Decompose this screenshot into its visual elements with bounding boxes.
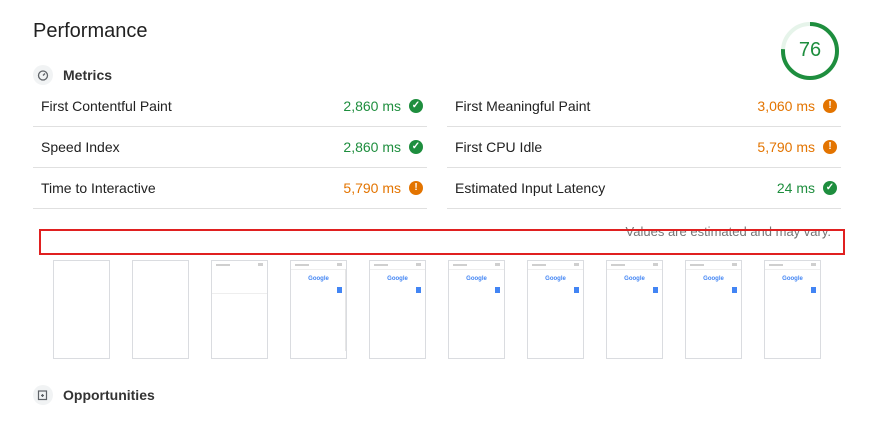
frame-header	[291, 261, 346, 270]
frame-logo: Google	[782, 276, 803, 282]
frame-logo: Google	[308, 276, 329, 282]
filmstrip-frame: Google	[527, 260, 584, 359]
metric-row: First Contentful Paint 2,860 ms ✓	[33, 86, 427, 127]
metric-result: 3,060 ms!	[757, 98, 837, 114]
opportunities-label: Opportunities	[63, 387, 155, 403]
frame-header	[449, 261, 504, 270]
metric-result: 5,790 ms!	[757, 139, 837, 155]
check-circle-icon: ✓	[409, 99, 423, 113]
metrics-label: Metrics	[63, 67, 113, 83]
frame-button-icon	[732, 287, 737, 293]
metric-name: First Contentful Paint	[41, 98, 172, 114]
frame-header	[528, 261, 583, 270]
check-circle-icon: ✓	[409, 140, 423, 154]
metric-row: First Meaningful Paint 3,060 ms!	[447, 86, 841, 127]
performance-report: Performance 76 Metrics First Contentful …	[0, 0, 874, 436]
frame-header	[212, 261, 267, 294]
metric-result: 24 ms ✓	[777, 180, 837, 196]
filmstrip-frame	[53, 260, 110, 359]
filmstrip-frame: Google	[606, 260, 663, 359]
metric-row: Speed Index 2,860 ms ✓	[33, 127, 427, 168]
metrics-table: First Contentful Paint 2,860 ms ✓ First Mea…	[33, 86, 841, 209]
frame-logo: Google	[466, 276, 487, 282]
opportunity-icon	[33, 385, 53, 405]
metric-value: 3,060 ms	[757, 98, 815, 114]
metric-value: 24 ms	[776, 180, 815, 196]
metric-result: 2,860 ms ✓	[343, 98, 423, 114]
metric-value: 2,860 ms	[343, 139, 401, 155]
frame-button-icon	[811, 287, 816, 293]
metric-result: 2,860 ms ✓	[343, 139, 423, 155]
frame-button-icon	[653, 287, 658, 293]
filmstrip-frame: Google	[369, 260, 426, 359]
filmstrip-frame	[211, 260, 268, 359]
metric-row: First CPU Idle 5,790 ms!	[447, 127, 841, 168]
frame-header	[370, 261, 425, 270]
filmstrip-frame	[132, 260, 189, 359]
metric-value: 5,790 ms	[757, 139, 815, 155]
frame-logo: Google	[387, 276, 408, 282]
frame-button-icon	[495, 287, 500, 293]
check-circle-icon: ✓	[823, 181, 837, 195]
frame-header	[686, 261, 741, 270]
filmstrip-frame: Google	[685, 260, 742, 359]
frame-logo: Google	[703, 276, 724, 282]
frame-button-icon	[416, 287, 421, 293]
metric-name: First CPU Idle	[455, 139, 543, 155]
info-circle-icon: !	[823, 99, 837, 113]
info-circle-icon: !	[823, 140, 837, 154]
frame-button-icon	[337, 287, 342, 293]
performance-score-gauge: 76	[780, 21, 840, 81]
load-filmstrip: Google Google Google Google Google Google Goog…	[53, 260, 821, 359]
metric-value: 2,860 ms	[343, 98, 401, 114]
score-value: 76	[798, 39, 822, 61]
metric-result: 5,790 ms!	[343, 180, 423, 196]
timer-icon	[33, 65, 53, 85]
page-title: Performance	[33, 20, 148, 42]
info-circle-icon: !	[409, 181, 423, 195]
estimate-note: Values are estimated and may vary.	[625, 224, 831, 239]
metric-name: Speed Index	[41, 139, 120, 155]
filmstrip-frame: Google	[764, 260, 821, 359]
filmstrip-frame: Google	[448, 260, 505, 359]
frame-header	[607, 261, 662, 270]
frame-button-icon	[574, 287, 579, 293]
frame-edge	[345, 269, 346, 351]
metric-name: First Meaningful Paint	[455, 98, 591, 114]
metrics-header: Metrics	[33, 65, 112, 85]
metric-name: Time to Interactive	[41, 180, 156, 196]
metric-row: Time to Interactive 5,790 ms!	[33, 168, 427, 209]
frame-header	[765, 261, 820, 270]
filmstrip-frame: Google	[290, 260, 347, 359]
frame-logo: Google	[545, 276, 566, 282]
frame-logo: Google	[624, 276, 645, 282]
opportunities-header[interactable]: Opportunities	[33, 385, 155, 405]
metric-name: Estimated Input Latency	[455, 180, 606, 196]
metric-row: Estimated Input Latency 24 ms ✓	[447, 168, 841, 209]
metric-value: 5,790 ms	[343, 180, 401, 196]
